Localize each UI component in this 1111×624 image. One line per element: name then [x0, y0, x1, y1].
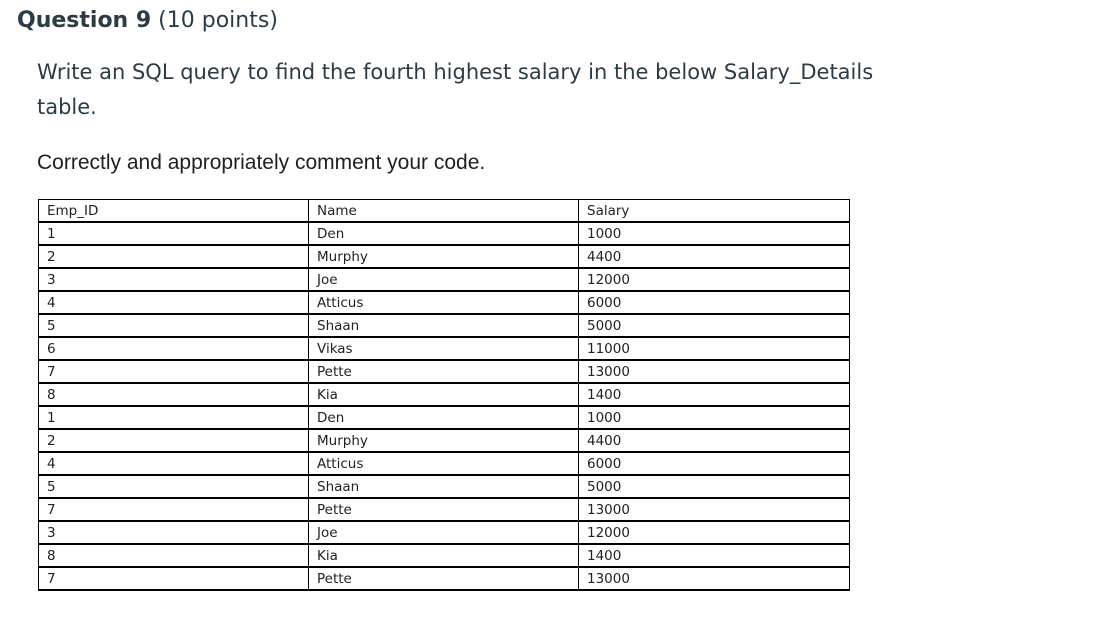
- cell-emp-id: 7: [38, 359, 309, 384]
- cell-name: Kia: [308, 382, 579, 407]
- table-row: 3 Joe 12000: [38, 520, 850, 545]
- cell-salary: 12000: [578, 267, 850, 292]
- cell-name: Atticus: [308, 290, 579, 315]
- header-emp-id: Emp_ID: [38, 199, 309, 223]
- table-row: 7 Pette 13000: [38, 566, 850, 591]
- cell-salary: 13000: [578, 566, 850, 591]
- header-salary: Salary: [578, 199, 850, 223]
- cell-salary: 5000: [578, 474, 850, 499]
- cell-salary: 1000: [578, 405, 850, 430]
- cell-emp-id: 2: [38, 428, 309, 453]
- cell-emp-id: 8: [38, 382, 309, 407]
- cell-emp-id: 7: [38, 566, 309, 591]
- cell-name: Den: [308, 405, 579, 430]
- cell-name: Murphy: [308, 244, 579, 269]
- cell-salary: 13000: [578, 359, 850, 384]
- cell-name: Shaan: [308, 474, 579, 499]
- table-row: 8 Kia 1400: [38, 382, 850, 407]
- cell-salary: 11000: [578, 336, 850, 361]
- cell-name: Joe: [308, 520, 579, 545]
- cell-name: Shaan: [308, 313, 579, 338]
- salary-details-table: Emp_ID Name Salary 1 Den 1000 2 Murphy 4400 3 J…: [38, 199, 850, 591]
- question-prompt: Write an SQL query to find the fourth hi…: [37, 60, 874, 119]
- cell-salary: 1400: [578, 382, 850, 407]
- question-instruction: Correctly and appropriately comment your…: [37, 151, 486, 174]
- cell-emp-id: 1: [38, 221, 309, 246]
- cell-salary: 1000: [578, 221, 850, 246]
- cell-salary: 1400: [578, 543, 850, 568]
- cell-name: Atticus: [308, 451, 579, 476]
- table-row: 8 Kia 1400: [38, 543, 850, 568]
- cell-emp-id: 4: [38, 451, 309, 476]
- cell-emp-id: 3: [38, 267, 309, 292]
- table-row: 4 Atticus 6000: [38, 451, 850, 476]
- table-row: 1 Den 1000: [38, 221, 850, 246]
- table-row: 1 Den 1000: [38, 405, 850, 430]
- table-row: 7 Pette 13000: [38, 497, 850, 522]
- cell-salary: 12000: [578, 520, 850, 545]
- cell-emp-id: 7: [38, 497, 309, 522]
- header-name: Name: [308, 199, 579, 223]
- cell-emp-id: 3: [38, 520, 309, 545]
- cell-name: Den: [308, 221, 579, 246]
- cell-name: Joe: [308, 267, 579, 292]
- cell-name: Murphy: [308, 428, 579, 453]
- cell-salary: 13000: [578, 497, 850, 522]
- cell-salary: 4400: [578, 428, 850, 453]
- table-row: 4 Atticus 6000: [38, 290, 850, 315]
- table-row: 2 Murphy 4400: [38, 244, 850, 269]
- cell-name: Pette: [308, 497, 579, 522]
- cell-name: Kia: [308, 543, 579, 568]
- cell-salary: 6000: [578, 451, 850, 476]
- table-header-row: Emp_ID Name Salary: [38, 199, 850, 223]
- cell-salary: 4400: [578, 244, 850, 269]
- cell-salary: 6000: [578, 290, 850, 315]
- cell-emp-id: 4: [38, 290, 309, 315]
- cell-name: Pette: [308, 566, 579, 591]
- cell-emp-id: 1: [38, 405, 309, 430]
- question-title: Question 9: [17, 8, 152, 33]
- cell-emp-id: 6: [38, 336, 309, 361]
- table-row: 3 Joe 12000: [38, 267, 850, 292]
- table-row: 7 Pette 13000: [38, 359, 850, 384]
- cell-salary: 5000: [578, 313, 850, 338]
- table-row: 5 Shaan 5000: [38, 474, 850, 499]
- cell-emp-id: 5: [38, 474, 309, 499]
- cell-emp-id: 8: [38, 543, 309, 568]
- table-row: 2 Murphy 4400: [38, 428, 850, 453]
- table-row: 6 Vikas 11000: [38, 336, 850, 361]
- cell-emp-id: 5: [38, 313, 309, 338]
- question-points: (10 points): [151, 8, 278, 33]
- cell-emp-id: 2: [38, 244, 309, 269]
- table-row: 5 Shaan 5000: [38, 313, 850, 338]
- cell-name: Pette: [308, 359, 579, 384]
- cell-name: Vikas: [308, 336, 579, 361]
- question-header: Question 9 (10 points): [17, 6, 278, 36]
